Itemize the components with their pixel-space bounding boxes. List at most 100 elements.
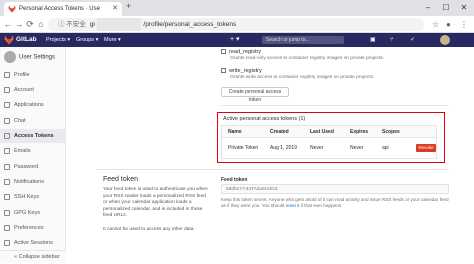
sidebar-header[interactable]: User Settings	[4, 51, 55, 63]
scope-read-registry[interactable]: read_registry Grants read-only access to…	[221, 49, 384, 61]
token-expires: Never	[350, 145, 364, 151]
chat-icon	[4, 118, 10, 124]
sidebar-item-ssh-keys[interactable]: SSH Keys	[0, 190, 66, 204]
insecure-warning[interactable]: ⓘ 不安全	[58, 21, 86, 28]
feed-token-description: Your feed token is used to authenticate …	[103, 187, 208, 218]
help-text-suffix: if that ever happens.	[299, 203, 343, 208]
bell-icon	[4, 179, 10, 185]
col-last-used: Last Used	[310, 129, 334, 135]
groups-menu[interactable]: Groups ▾	[76, 33, 98, 47]
merge-requests-icon[interactable]: ⑂	[390, 33, 394, 47]
todos-icon[interactable]: ✓	[410, 33, 415, 47]
user-avatar[interactable]	[440, 35, 450, 45]
star-icon[interactable]: ☆	[432, 18, 439, 31]
feed-token-label: Feed token	[221, 177, 248, 183]
lock-icon	[4, 164, 10, 170]
collapse-sidebar-button[interactable]: « Collapse sidebar	[0, 250, 66, 263]
sidebar-item-label: Access Tokens	[14, 133, 54, 139]
scope-description: Grants read-only access to container reg…	[230, 56, 385, 61]
feed-token-title: Feed token	[103, 176, 139, 183]
sidebar-item-password[interactable]: Password	[0, 160, 66, 174]
profile-circle-icon[interactable]: ●	[446, 18, 451, 31]
browser-tab[interactable]: Personal Access Tokens · Use ✕	[4, 2, 122, 16]
browser-tabbar: Personal Access Tokens · Use ✕ + – ☐ ✕	[0, 0, 474, 16]
browser-menu-icon[interactable]: ⋮	[460, 18, 468, 31]
token-name: Private Token	[228, 145, 259, 151]
collapse-label: Collapse sidebar	[18, 254, 60, 260]
preferences-icon	[4, 225, 10, 231]
projects-menu[interactable]: Projects ▾	[46, 33, 70, 47]
scope-description: Grants write access to container registr…	[230, 75, 375, 80]
redacted-host	[96, 18, 142, 31]
account-icon	[4, 87, 10, 93]
token-created: Aug 1, 2019	[270, 145, 297, 151]
sidebar-item-active-sessions[interactable]: Active Sessions	[0, 236, 66, 250]
sidebar-item-label: GPG Keys	[14, 210, 40, 216]
tab-close-icon[interactable]: ✕	[112, 2, 118, 16]
table-header: Name Created Last Used Expires Scopes	[222, 126, 436, 138]
sessions-icon	[4, 240, 10, 246]
col-scopes: Scopes	[382, 129, 400, 135]
sidebar-item-preferences[interactable]: Preferences	[0, 221, 66, 235]
sidebar-item-label: Profile	[14, 72, 30, 78]
col-expires: Expires	[350, 129, 369, 135]
brand-name[interactable]: GitLab	[16, 33, 37, 47]
sidebar-item-label: Account	[14, 87, 34, 93]
sidebar-item-notifications[interactable]: Notifications	[0, 175, 66, 189]
gitlab-navbar: GitLab Projects ▾ Groups ▾ More ▾ + ▾ Se…	[0, 33, 474, 47]
scope-write-registry[interactable]: write_registry Grants write access to co…	[221, 68, 374, 80]
token-last-used: Never	[310, 145, 324, 151]
sidebar-item-label: Preferences	[14, 225, 44, 231]
window-close-icon[interactable]: ✕	[456, 0, 472, 16]
url-prefix: gi	[89, 21, 95, 28]
sidebar-title: User Settings	[19, 54, 56, 61]
col-name: Name	[228, 129, 242, 135]
address-bar: ← → ⟳ ⌂ ⓘ 不安全 gi /profile/personal_access…	[0, 16, 474, 33]
sidebar-item-access-tokens[interactable]: Access Tokens	[0, 129, 66, 143]
sidebar-item-chat[interactable]: Chat	[0, 114, 66, 128]
sidebar-item-label: Password	[14, 164, 39, 170]
sidebar-item-emails[interactable]: Emails	[0, 144, 66, 158]
sidebar-avatar	[4, 51, 16, 63]
sidebar-item-label: Active Sessions	[14, 240, 53, 246]
window-maximize-icon[interactable]: ☐	[438, 0, 454, 16]
collapse-icon: «	[14, 254, 18, 260]
active-tokens-title: Active personal access tokens (1)	[223, 116, 306, 122]
write-registry-checkbox[interactable]	[221, 68, 226, 74]
url-input[interactable]: ⓘ 不安全 gi /profile/personal_access_tokens	[48, 18, 424, 31]
gitlab-logo-icon[interactable]	[4, 35, 14, 45]
create-token-button[interactable]: Create personal access token	[221, 87, 289, 103]
window-minimize-icon[interactable]: –	[420, 0, 436, 16]
reset-link[interactable]: reset it	[286, 203, 300, 208]
main-content: read_registry Grants read-only access to…	[66, 47, 474, 263]
gpg-key-icon	[4, 210, 10, 216]
email-icon	[4, 148, 10, 154]
token-scopes: api	[382, 145, 389, 151]
issues-icon[interactable]: ▣	[370, 33, 376, 47]
more-menu[interactable]: More ▾	[104, 33, 121, 47]
sidebar-item-profile[interactable]: Profile	[0, 68, 66, 82]
sidebar-item-label: Emails	[14, 148, 31, 154]
sidebar-item-account[interactable]: Account	[0, 83, 66, 97]
read-registry-checkbox[interactable]	[221, 49, 226, 55]
gitlab-favicon-icon	[8, 5, 16, 13]
sidebar-item-label: SSH Keys	[14, 194, 40, 200]
sidebar-item-label: Applications	[14, 102, 44, 108]
home-icon[interactable]: ⌂	[35, 18, 47, 31]
active-tokens-table: Name Created Last Used Expires Scopes Pr…	[221, 125, 437, 159]
feed-token-note: It cannot be used to access any other da…	[103, 227, 195, 232]
url-path: /profile/personal_access_tokens	[143, 21, 237, 28]
new-item-menu[interactable]: + ▾	[230, 33, 240, 47]
sidebar-item-gpg-keys[interactable]: GPG Keys	[0, 206, 66, 220]
revoke-button[interactable]: Revoke	[416, 144, 436, 152]
new-tab-icon[interactable]: +	[126, 1, 131, 11]
scope-name: read_registry	[229, 49, 262, 55]
feed-token-field[interactable]: 5ttdbnYY44TA2u8UdGd	[221, 184, 449, 194]
scope-name: write_registry	[229, 68, 262, 74]
profile-icon	[4, 72, 10, 78]
feed-token-help: Keep this token secret. Anyone who gets …	[221, 197, 449, 209]
global-search-input[interactable]: Search or jump to...	[262, 36, 344, 44]
sidebar-item-applications[interactable]: Applications	[0, 98, 66, 112]
divider	[221, 105, 449, 106]
sidebar-item-label: Notifications	[14, 179, 44, 185]
